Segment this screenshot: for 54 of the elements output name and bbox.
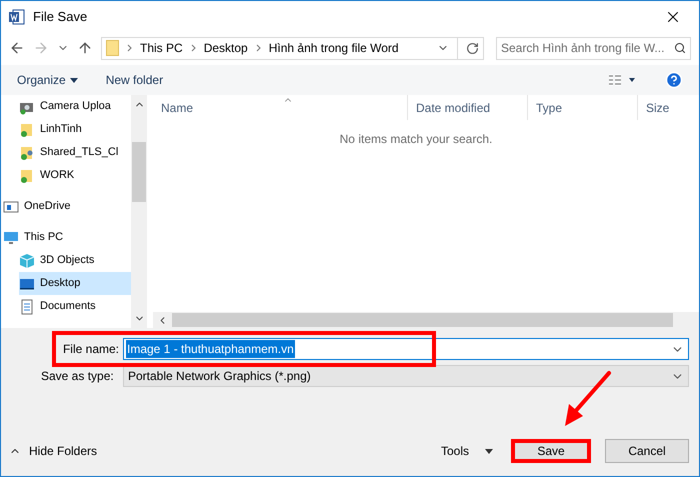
empty-message: No items match your search. (338, 131, 494, 148)
column-header[interactable]: Size (638, 95, 699, 120)
cube-icon (19, 252, 35, 268)
synced-folder-icon (19, 122, 35, 138)
organize-button[interactable]: Organize (17, 71, 78, 89)
caret-icon (70, 78, 78, 82)
back-icon[interactable] (9, 40, 25, 56)
sidebar-item[interactable]: Shared_TLS_Cl (19, 141, 131, 164)
column-header[interactable]: Name (153, 95, 408, 120)
sidebar-item[interactable]: Camera Uploa (19, 95, 131, 118)
column-header[interactable]: Date modified (408, 95, 528, 120)
file-name-field[interactable]: Image 1 - thuthuatphanmem.vn (123, 338, 689, 360)
horizontal-scrollbar[interactable] (153, 312, 699, 328)
sidebar-item[interactable]: WORK (19, 164, 131, 187)
scroll-thumb[interactable] (172, 313, 673, 327)
sidebar-scrollbar[interactable] (131, 95, 147, 328)
save-as-type-label: Save as type: (40, 368, 115, 385)
chevron-icon (256, 44, 261, 52)
new-folder-button[interactable]: New folder (106, 71, 164, 89)
shared-folder-icon (19, 144, 35, 160)
tools-button[interactable]: Tools (440, 442, 493, 460)
search-field[interactable]: Search Hình ảnh trong file W... (496, 36, 691, 60)
synced-folder-icon (19, 168, 35, 184)
sidebar-item[interactable]: 3D Objects (19, 249, 131, 272)
caret-icon (485, 448, 493, 454)
breadcrumb[interactable]: Desktop (204, 39, 248, 57)
chevron-icon (190, 44, 196, 52)
sidebar-item[interactable]: This PC (3, 226, 131, 249)
app-icon (9, 9, 25, 25)
breadcrumb[interactable]: This PC (140, 39, 183, 57)
chevron-icon (127, 44, 132, 52)
breadcrumb[interactable]: Hình ảnh trong file Word (268, 39, 399, 57)
hide-folders-button[interactable]: Hide Folders (9, 442, 98, 460)
cancel-button[interactable]: Cancel (605, 439, 689, 463)
up-icon[interactable] (77, 40, 93, 56)
save-button[interactable]: Save (511, 439, 591, 463)
view-options-icon[interactable] (609, 75, 637, 85)
sidebar-item[interactable]: OneDrive (3, 195, 131, 218)
search-icon (674, 42, 686, 54)
drive-icon (3, 198, 19, 214)
refresh-icon[interactable] (466, 42, 479, 54)
scroll-thumb[interactable] (132, 142, 146, 202)
column-header[interactable]: Type (528, 95, 638, 120)
document-icon (19, 298, 35, 314)
file-name-label: File name: (62, 341, 120, 358)
window-title: File Save (33, 8, 88, 26)
sidebar-item[interactable]: LinhTinh (19, 118, 131, 141)
help-icon[interactable] (665, 71, 683, 89)
folder-icon (106, 40, 119, 56)
monitor-icon (3, 230, 19, 246)
save-as-type-dropdown[interactable]: Portable Network Graphics (*.png) (123, 365, 689, 387)
sidebar-item[interactable]: Desktop (19, 272, 131, 295)
sidebar-item[interactable]: Documents (19, 295, 131, 318)
address-bar[interactable]: This PC Desktop Hình ảnh trong file Word (101, 36, 484, 60)
